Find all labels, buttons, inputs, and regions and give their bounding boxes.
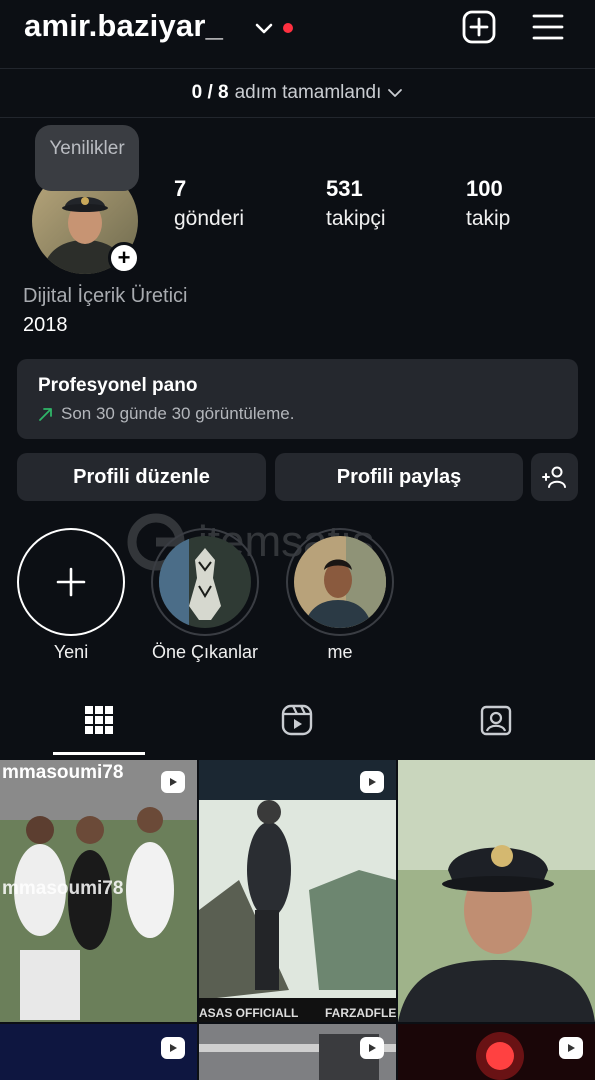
profile-bio: 2018 [23, 314, 68, 336]
reel-icon [360, 1037, 384, 1059]
posts-grid: mmasoumi78 mmasoumi78 ASAS OFFICIALL FAR… [0, 760, 595, 1080]
plus-icon [56, 567, 86, 597]
grid-post[interactable] [199, 1024, 396, 1080]
stat-followers-label: takipçi [326, 207, 386, 230]
username-switcher[interactable]: amir.baziyar_ [24, 8, 223, 44]
stat-following-label: takip [466, 207, 511, 230]
chevron-down-icon [388, 89, 403, 97]
reel-icon [559, 1037, 583, 1059]
tagged-icon[interactable] [480, 704, 512, 736]
highlight-new[interactable]: Yeni [17, 528, 125, 663]
discover-people-button[interactable] [531, 453, 578, 501]
highlight-label: me [327, 642, 353, 662]
stat-followers[interactable]: 531 takipçi [326, 174, 386, 234]
stat-posts-label: gönderi [174, 207, 245, 230]
thumb-overlay-text: mmasoumi78 [2, 878, 124, 899]
dashboard-subtitle: Son 30 günde 30 görüntüleme. [61, 404, 295, 423]
thumb-overlay-text: ASAS OFFICIALL [199, 1006, 299, 1020]
grid-post[interactable] [398, 760, 595, 1022]
trend-up-icon [39, 408, 52, 421]
highlight-label: Öne Çıkanlar [151, 642, 259, 662]
stat-following-value: 100 [466, 176, 503, 201]
highlight-ring [286, 528, 394, 636]
stat-following[interactable]: 100 takip [466, 174, 510, 234]
top-bar: amir.baziyar_ [0, 0, 595, 64]
highlight-label: Yeni [53, 642, 89, 662]
grid-post[interactable]: ASAS OFFICIALL FARZADFLE [199, 760, 396, 1022]
menu-icon[interactable] [532, 12, 564, 42]
grid-post[interactable]: mmasoumi78 mmasoumi78 [0, 760, 197, 1022]
highlight-me[interactable]: me [286, 528, 394, 663]
profile-tabs [0, 690, 595, 756]
add-post-icon[interactable] [462, 10, 496, 44]
thumb-overlay-text: mmasoumi78 [2, 762, 124, 783]
chevron-down-icon[interactable] [254, 18, 274, 38]
highlight-cover [159, 536, 251, 628]
edit-profile-button[interactable]: Profili düzenle [17, 453, 266, 501]
grid-post[interactable] [398, 1024, 595, 1080]
notes-tooltip[interactable]: Yenilikler [35, 125, 139, 191]
active-tab-indicator [53, 752, 145, 755]
professional-dashboard[interactable]: Profesyonel pano Son 30 günde 30 görüntü… [17, 359, 578, 439]
reel-icon [360, 771, 384, 793]
highlight-ring [151, 528, 259, 636]
reels-icon[interactable] [281, 704, 313, 736]
profile-category: Dijital İçerik Üretici [23, 285, 188, 307]
grid-post[interactable] [0, 1024, 197, 1080]
highlight-cover [294, 536, 386, 628]
add-person-icon [541, 466, 566, 488]
stat-followers-value: 531 [326, 176, 363, 201]
share-profile-button[interactable]: Profili paylaş [275, 453, 523, 501]
onboarding-steps[interactable]: 0 / 8 adım tamamlandı [0, 68, 595, 118]
highlight-new-ring [17, 528, 125, 636]
reel-icon [161, 1037, 185, 1059]
notification-dot [283, 23, 293, 33]
steps-label: adım tamamlandı [234, 82, 382, 103]
thumb-overlay-text: FARZADFLE [325, 1006, 396, 1020]
stat-posts[interactable]: 7 gönderi [174, 174, 244, 234]
add-story-button[interactable]: + [108, 242, 140, 274]
stat-posts-value: 7 [174, 176, 187, 201]
highlight-featured[interactable]: Öne Çıkanlar [151, 528, 259, 663]
reel-icon [161, 771, 185, 793]
grid-icon[interactable] [83, 704, 115, 736]
dashboard-title: Profesyonel pano [38, 375, 198, 396]
steps-progress: 0 / 8 [191, 82, 229, 103]
